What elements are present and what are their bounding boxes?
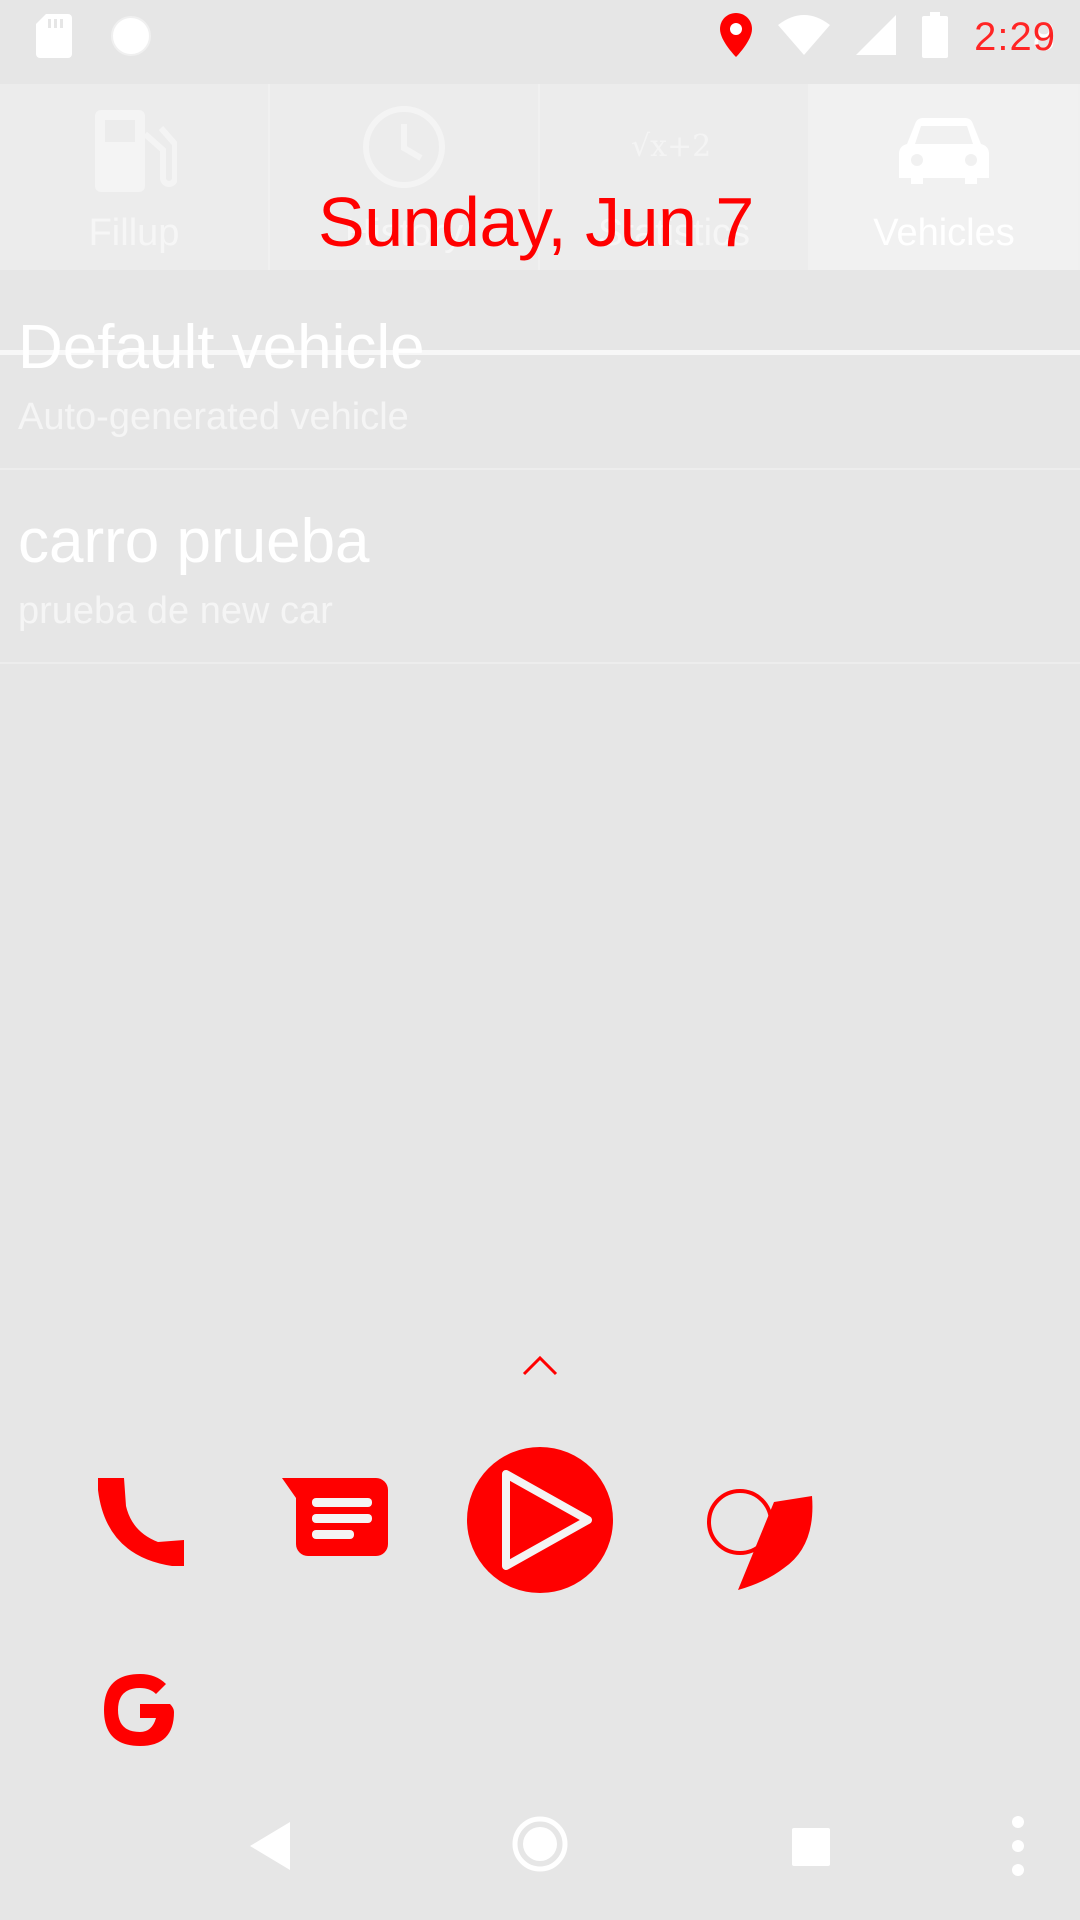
tab-label: Fillup — [88, 212, 180, 254]
vehicle-description: Auto-generated vehicle — [18, 396, 409, 438]
clock-text: 2:28 2:29 — [974, 14, 1056, 59]
more-vert-icon — [1012, 1816, 1024, 1876]
list-item[interactable]: Default vehicle Auto-generated vehicle — [0, 276, 1080, 470]
sqrt-icon: √x+2 — [631, 124, 717, 169]
google-icon[interactable] — [104, 1674, 176, 1746]
fuel-pump-icon — [91, 104, 178, 199]
location-pin-icon — [720, 12, 753, 62]
status-right: 2:28 2:29 — [720, 11, 1056, 63]
status-left — [36, 14, 152, 63]
svg-text:√x+2: √x+2 — [631, 129, 711, 164]
wifi-icon — [778, 14, 831, 60]
vehicle-name: carro prueba — [18, 507, 370, 576]
navigation-bar — [0, 1800, 1080, 1920]
back-button[interactable] — [250, 1822, 290, 1870]
home-button[interactable] — [512, 1816, 568, 1872]
back-triangle-icon — [250, 1822, 290, 1870]
status-bar: 2:28 2:29 — [0, 0, 1080, 74]
date-overlay: Sunday, Jun 7 — [318, 183, 754, 261]
sync-icon — [110, 15, 152, 62]
car-icon — [899, 118, 989, 189]
recents-button[interactable] — [792, 1828, 830, 1866]
messages-icon[interactable] — [282, 1478, 388, 1564]
battery-icon — [922, 11, 949, 63]
home-circle-icon — [512, 1816, 568, 1872]
list-item[interactable]: carro prueba prueba de new car — [0, 470, 1080, 664]
screen: 2:28 2:29 Fillup History √x+2 Statistics… — [0, 0, 1080, 1920]
overflow-menu-button[interactable] — [1010, 1814, 1026, 1878]
chevron-up-icon — [522, 1355, 558, 1376]
phone-icon[interactable] — [96, 1476, 188, 1568]
tab-fillup[interactable]: Fillup — [0, 84, 270, 270]
sd-card-icon — [36, 14, 72, 63]
vehicle-name: Default vehicle — [18, 313, 425, 382]
app-drawer-handle[interactable] — [520, 1350, 560, 1380]
vehicle-list: Default vehicle Auto-generated vehicle c… — [0, 276, 1080, 664]
cell-signal-icon — [856, 14, 897, 60]
play-store-icon[interactable] — [466, 1446, 614, 1594]
vehicle-description: prueba de new car — [18, 590, 333, 632]
chrome-icon[interactable] — [704, 1486, 814, 1596]
tab-label: Vehicles — [873, 212, 1015, 254]
clock-overlay: 2:29 — [974, 14, 1056, 59]
recents-square-icon — [792, 1828, 830, 1866]
tab-vehicles[interactable]: Vehicles — [810, 84, 1080, 270]
